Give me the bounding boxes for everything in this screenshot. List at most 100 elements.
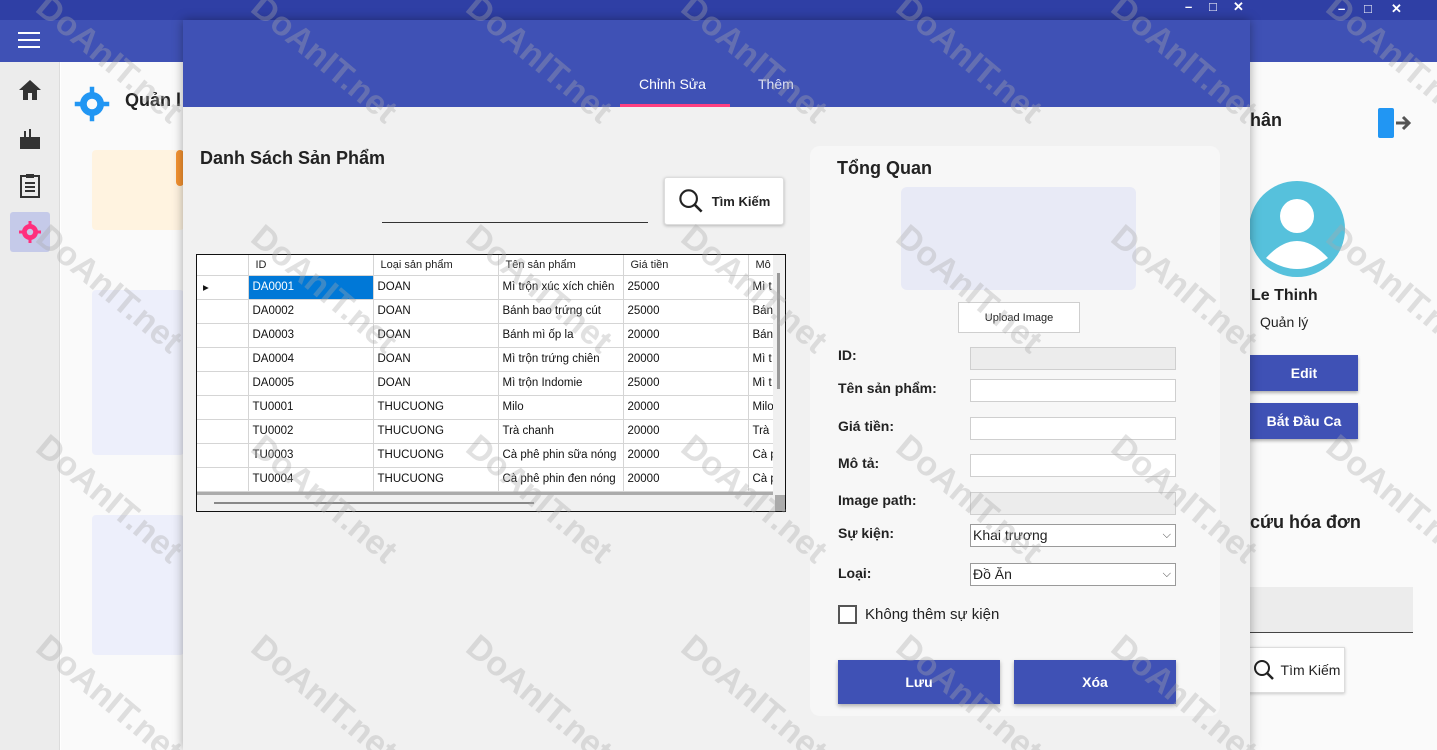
description-label: Mô tả:: [838, 455, 880, 471]
column-header-price[interactable]: Giá tiền: [623, 255, 749, 276]
table-row[interactable]: TU0004 THUCUONG Cà phê phin đen nóng 20000 C…: [197, 467, 778, 492]
row-header[interactable]: [197, 395, 249, 420]
invoice-search-button[interactable]: Tìm Kiếm: [1248, 647, 1345, 693]
start-shift-button[interactable]: Bắt Đầu Ca: [1250, 403, 1358, 439]
logout-icon[interactable]: [1376, 104, 1414, 142]
cell-name[interactable]: Bánh bao trứng cút: [498, 299, 624, 324]
column-header-name[interactable]: Tên sản phẩm: [498, 255, 624, 276]
cell-name[interactable]: Mì trộn xúc xích chiên: [498, 275, 624, 300]
row-header[interactable]: [197, 419, 249, 444]
cell-type[interactable]: THUCUONG: [373, 467, 499, 492]
cell-type[interactable]: DOAN: [373, 371, 499, 396]
cell-id[interactable]: TU0003: [248, 443, 374, 468]
cell-type[interactable]: THUCUONG: [373, 419, 499, 444]
column-header-id[interactable]: ID: [248, 255, 374, 276]
cell-id[interactable]: TU0002: [248, 419, 374, 444]
cell-name[interactable]: Cà phê phin sữa nóng: [498, 443, 624, 468]
cell-name[interactable]: Mì trộn Indomie: [498, 371, 624, 396]
cell-price[interactable]: 25000: [623, 371, 749, 396]
search-icon: [679, 189, 703, 213]
image-path-field: [970, 492, 1176, 515]
row-header[interactable]: [197, 323, 249, 348]
row-header[interactable]: ▸: [197, 275, 249, 300]
row-header[interactable]: [197, 347, 249, 372]
main-maximize-button[interactable]: □: [1364, 1, 1372, 16]
product-search-input[interactable]: [382, 177, 648, 223]
product-image-preview: [901, 187, 1136, 290]
cell-name[interactable]: Mì trộn trứng chiên: [498, 347, 624, 372]
table-row[interactable]: ▸ DA0001 DOAN Mì trộn xúc xích chiên 25000 Mì…: [197, 275, 778, 300]
type-select[interactable]: Đồ Ăn ⌵: [970, 563, 1176, 586]
stat-card: [92, 150, 184, 230]
cell-id[interactable]: DA0002: [248, 299, 374, 324]
price-field[interactable]: [970, 417, 1176, 440]
table-row[interactable]: DA0005 DOAN Mì trộn Indomie 25000 Mì t: [197, 371, 778, 396]
event-select[interactable]: Khai trương ⌵: [970, 524, 1176, 547]
cell-price[interactable]: 20000: [623, 395, 749, 420]
sidebar-item-home[interactable]: [10, 70, 50, 110]
main-minimize-button[interactable]: –: [1338, 1, 1345, 16]
cell-price[interactable]: 25000: [623, 275, 749, 300]
table-header-row: ID Loại sản phẩm Tên sản phẩm Giá tiền M…: [197, 255, 778, 276]
cell-name[interactable]: Trà chanh: [498, 419, 624, 444]
no-event-checkbox-row[interactable]: Không thêm sự kiện: [838, 605, 999, 624]
product-name-field[interactable]: [970, 379, 1176, 402]
cell-name[interactable]: Milo: [498, 395, 624, 420]
cell-price[interactable]: 20000: [623, 323, 749, 348]
no-event-checkbox-label: Không thêm sự kiện: [865, 606, 1000, 623]
description-field[interactable]: [970, 454, 1176, 477]
cell-price[interactable]: 20000: [623, 443, 749, 468]
dialog-minimize-button[interactable]: –: [1185, 0, 1192, 14]
product-search-button[interactable]: Tìm Kiếm: [664, 177, 784, 225]
cell-id[interactable]: DA0005: [248, 371, 374, 396]
delete-button[interactable]: Xóa: [1014, 660, 1176, 704]
cell-id[interactable]: TU0004: [248, 467, 374, 492]
table-row[interactable]: DA0002 DOAN Bánh bao trứng cút 25000 Bán: [197, 299, 778, 324]
save-button[interactable]: Lưu: [838, 660, 1000, 704]
grid-vertical-scrollbar[interactable]: [773, 255, 785, 495]
row-header[interactable]: [197, 443, 249, 468]
cell-type[interactable]: THUCUONG: [373, 443, 499, 468]
cell-name[interactable]: Cà phê phin đen nóng: [498, 467, 624, 492]
no-event-checkbox[interactable]: [838, 605, 857, 624]
hamburger-icon[interactable]: [18, 32, 40, 48]
product-grid[interactable]: ID Loại sản phẩm Tên sản phẩm Giá tiền M…: [196, 254, 786, 512]
sidebar-item-products[interactable]: [10, 118, 50, 158]
column-header-type[interactable]: Loại sản phẩm: [373, 255, 499, 276]
info-card: [92, 290, 184, 455]
cell-type[interactable]: DOAN: [373, 347, 499, 372]
row-header[interactable]: [197, 467, 249, 492]
table-row[interactable]: DA0003 DOAN Bánh mì ốp la 20000 Bán: [197, 323, 778, 348]
table-row[interactable]: TU0001 THUCUONG Milo 20000 Milo: [197, 395, 778, 420]
cell-type[interactable]: DOAN: [373, 323, 499, 348]
cell-name[interactable]: Bánh mì ốp la: [498, 323, 624, 348]
grid-horizontal-scrollbar[interactable]: [197, 495, 775, 511]
cell-type[interactable]: DOAN: [373, 275, 499, 300]
cell-price[interactable]: 20000: [623, 347, 749, 372]
cell-type[interactable]: DOAN: [373, 299, 499, 324]
table-row[interactable]: DA0004 DOAN Mì trộn trứng chiên 20000 Mì t: [197, 347, 778, 372]
table-row[interactable]: TU0003 THUCUONG Cà phê phin sữa nóng 20000 C…: [197, 443, 778, 468]
row-header[interactable]: [197, 299, 249, 324]
sidebar-item-settings[interactable]: [10, 212, 50, 252]
upload-image-button[interactable]: Upload Image: [958, 302, 1080, 333]
cell-type[interactable]: THUCUONG: [373, 395, 499, 420]
cell-id[interactable]: TU0001: [248, 395, 374, 420]
invoice-search-input[interactable]: [1250, 587, 1413, 633]
cell-price[interactable]: 25000: [623, 299, 749, 324]
cell-id[interactable]: DA0004: [248, 347, 374, 372]
cell-id[interactable]: DA0003: [248, 323, 374, 348]
row-header[interactable]: [197, 371, 249, 396]
sidebar-item-orders[interactable]: [10, 166, 50, 206]
edit-button[interactable]: Edit: [1250, 355, 1358, 391]
type-label: Loại:: [838, 565, 872, 581]
table-row[interactable]: TU0002 THUCUONG Trà chanh 20000 Trà: [197, 419, 778, 444]
dialog-maximize-button[interactable]: □: [1209, 0, 1217, 14]
product-list-title: Danh Sách Sản Phẩm: [200, 148, 386, 168]
cell-price[interactable]: 20000: [623, 467, 749, 492]
cell-id[interactable]: DA0001: [248, 275, 374, 300]
chevron-down-icon: ⌵: [1162, 529, 1171, 541]
cell-price[interactable]: 20000: [623, 419, 749, 444]
main-close-button[interactable]: ✕: [1391, 1, 1402, 17]
dialog-close-button[interactable]: ✕: [1233, 0, 1244, 15]
